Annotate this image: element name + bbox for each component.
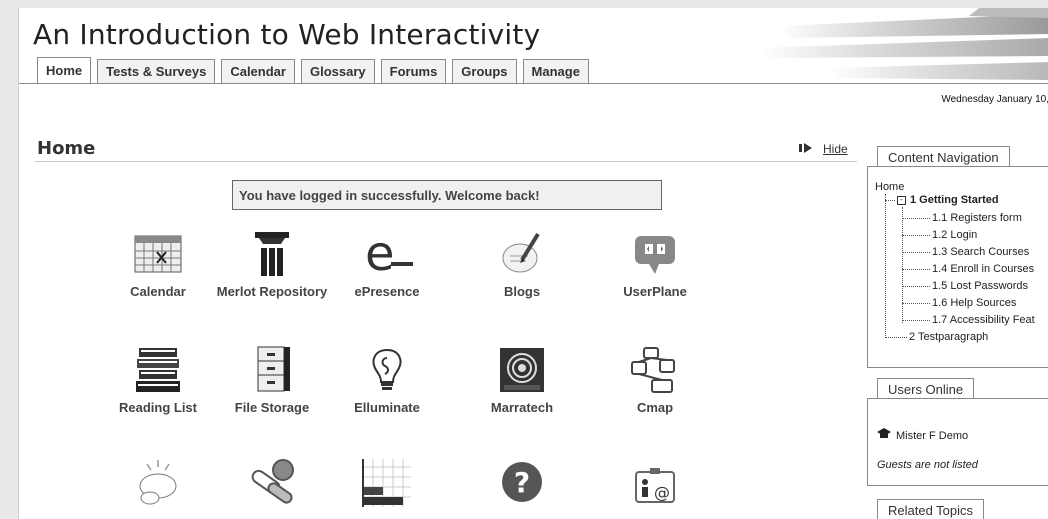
lightbulb-icon xyxy=(357,346,417,394)
tool-label: UserPlane xyxy=(623,284,687,299)
heading-divider xyxy=(35,161,857,162)
tool-reading-list[interactable]: Reading List xyxy=(98,346,218,416)
nav-item-home[interactable]: Home xyxy=(875,181,904,193)
tool-pills[interactable] xyxy=(212,458,332,512)
nav-item-testparagraph[interactable]: 2 Testparagraph xyxy=(885,331,988,343)
guests-note: Guests are not listed xyxy=(877,459,978,471)
chat-icon xyxy=(128,458,188,506)
question-icon: ? xyxy=(492,458,552,506)
users-online-title: Users Online xyxy=(877,378,975,399)
tab-calendar[interactable]: Calendar xyxy=(221,59,295,83)
login-success-message: You have logged in successfully. Welcome… xyxy=(232,180,662,210)
books-icon xyxy=(128,346,188,394)
tool-help[interactable]: ? xyxy=(462,458,582,512)
tool-label: Elluminate xyxy=(354,400,420,415)
tool-email-contact[interactable]: @ xyxy=(595,458,715,512)
content-navigation-title: Content Navigation xyxy=(877,146,1010,167)
tool-label: Merlot Repository xyxy=(216,284,328,299)
tab-glossary[interactable]: Glossary xyxy=(300,59,375,83)
tool-label: Calendar xyxy=(130,284,186,299)
page-frame: An Introduction to Web Interactivity Hom… xyxy=(18,8,1048,519)
tab-groups[interactable]: Groups xyxy=(452,59,517,83)
tool-calendar[interactable]: Calendar xyxy=(98,230,218,300)
tool-cmap[interactable]: Cmap xyxy=(595,346,715,416)
nav-item[interactable]: 1.5 Lost Passwords xyxy=(902,280,1028,292)
bar-chart-icon xyxy=(357,458,417,507)
tool-bar-chart[interactable] xyxy=(327,458,447,512)
nav-section-label: 1 Getting Started xyxy=(910,194,999,206)
file-cabinet-icon xyxy=(242,346,302,394)
tool-merlot[interactable]: Merlot Repository xyxy=(212,230,332,300)
tool-chat[interactable] xyxy=(98,458,218,512)
tool-elluminate[interactable]: Elluminate xyxy=(327,346,447,416)
tree-line xyxy=(885,194,886,336)
tool-label: Cmap xyxy=(636,400,674,415)
tab-divider xyxy=(19,83,1048,84)
tab-manage[interactable]: Manage xyxy=(522,59,589,83)
tool-epresence[interactable]: e ePresence xyxy=(327,230,447,300)
tool-file-storage[interactable]: File Storage xyxy=(212,346,332,416)
svg-text:?: ? xyxy=(514,466,530,499)
collapse-box-icon[interactable]: - xyxy=(897,195,906,205)
site-title: An Introduction to Web Interactivity xyxy=(33,18,541,51)
nav-item[interactable]: 1.2 Login xyxy=(902,229,977,241)
blogs-icon xyxy=(492,230,552,278)
page-title: Home xyxy=(37,138,96,159)
current-date: Wednesday January 10, xyxy=(941,94,1048,105)
tool-label: Blogs xyxy=(503,284,541,299)
online-user[interactable]: Mister F Demo xyxy=(877,428,968,443)
hide-link[interactable]: Hide xyxy=(823,142,848,156)
tool-label: File Storage xyxy=(234,400,310,415)
online-user-name: Mister F Demo xyxy=(896,429,969,442)
svg-text:@: @ xyxy=(654,483,670,502)
related-topics-title: Related Topics xyxy=(877,499,985,519)
graduation-cap-icon xyxy=(877,428,891,443)
cmap-icon xyxy=(625,346,685,394)
svg-text:e: e xyxy=(365,232,395,276)
calendar-icon xyxy=(128,230,188,278)
tool-marratech[interactable]: Marratech xyxy=(462,346,582,416)
tool-blogs[interactable]: Blogs xyxy=(462,230,582,300)
tab-home[interactable]: Home xyxy=(37,57,92,83)
nav-item[interactable]: 1.3 Search Courses xyxy=(902,246,1029,258)
tool-label: Marratech xyxy=(490,400,554,415)
nav-item[interactable]: 1.7 Accessibility Feat xyxy=(902,314,1035,326)
main-tabs: Home Tests & Surveys Calendar Glossary F… xyxy=(37,57,589,83)
userplane-icon xyxy=(625,230,685,278)
nav-item[interactable]: 1.4 Enroll in Courses xyxy=(902,263,1034,275)
tab-forums[interactable]: Forums xyxy=(380,59,447,83)
nav-section-getting-started[interactable]: - 1 Getting Started xyxy=(885,194,999,206)
pills-icon xyxy=(242,458,302,506)
header-banner-image xyxy=(719,8,1048,88)
nav-item[interactable]: 1.6 Help Sources xyxy=(902,297,1016,309)
nav-item[interactable]: 1.1 Registers form xyxy=(902,212,1022,224)
tool-label: Reading List xyxy=(118,400,197,415)
merlot-icon xyxy=(242,230,302,278)
email-contact-icon: @ xyxy=(625,458,685,506)
epresence-icon: e xyxy=(357,230,417,278)
marratech-icon xyxy=(492,346,552,394)
hide-menu-toggle[interactable]: Hide xyxy=(799,142,848,156)
tab-tests-surveys[interactable]: Tests & Surveys xyxy=(97,59,216,83)
tool-label: ePresence xyxy=(354,284,420,299)
tool-userplane[interactable]: UserPlane xyxy=(595,230,715,300)
collapse-arrow-icon xyxy=(799,142,813,156)
